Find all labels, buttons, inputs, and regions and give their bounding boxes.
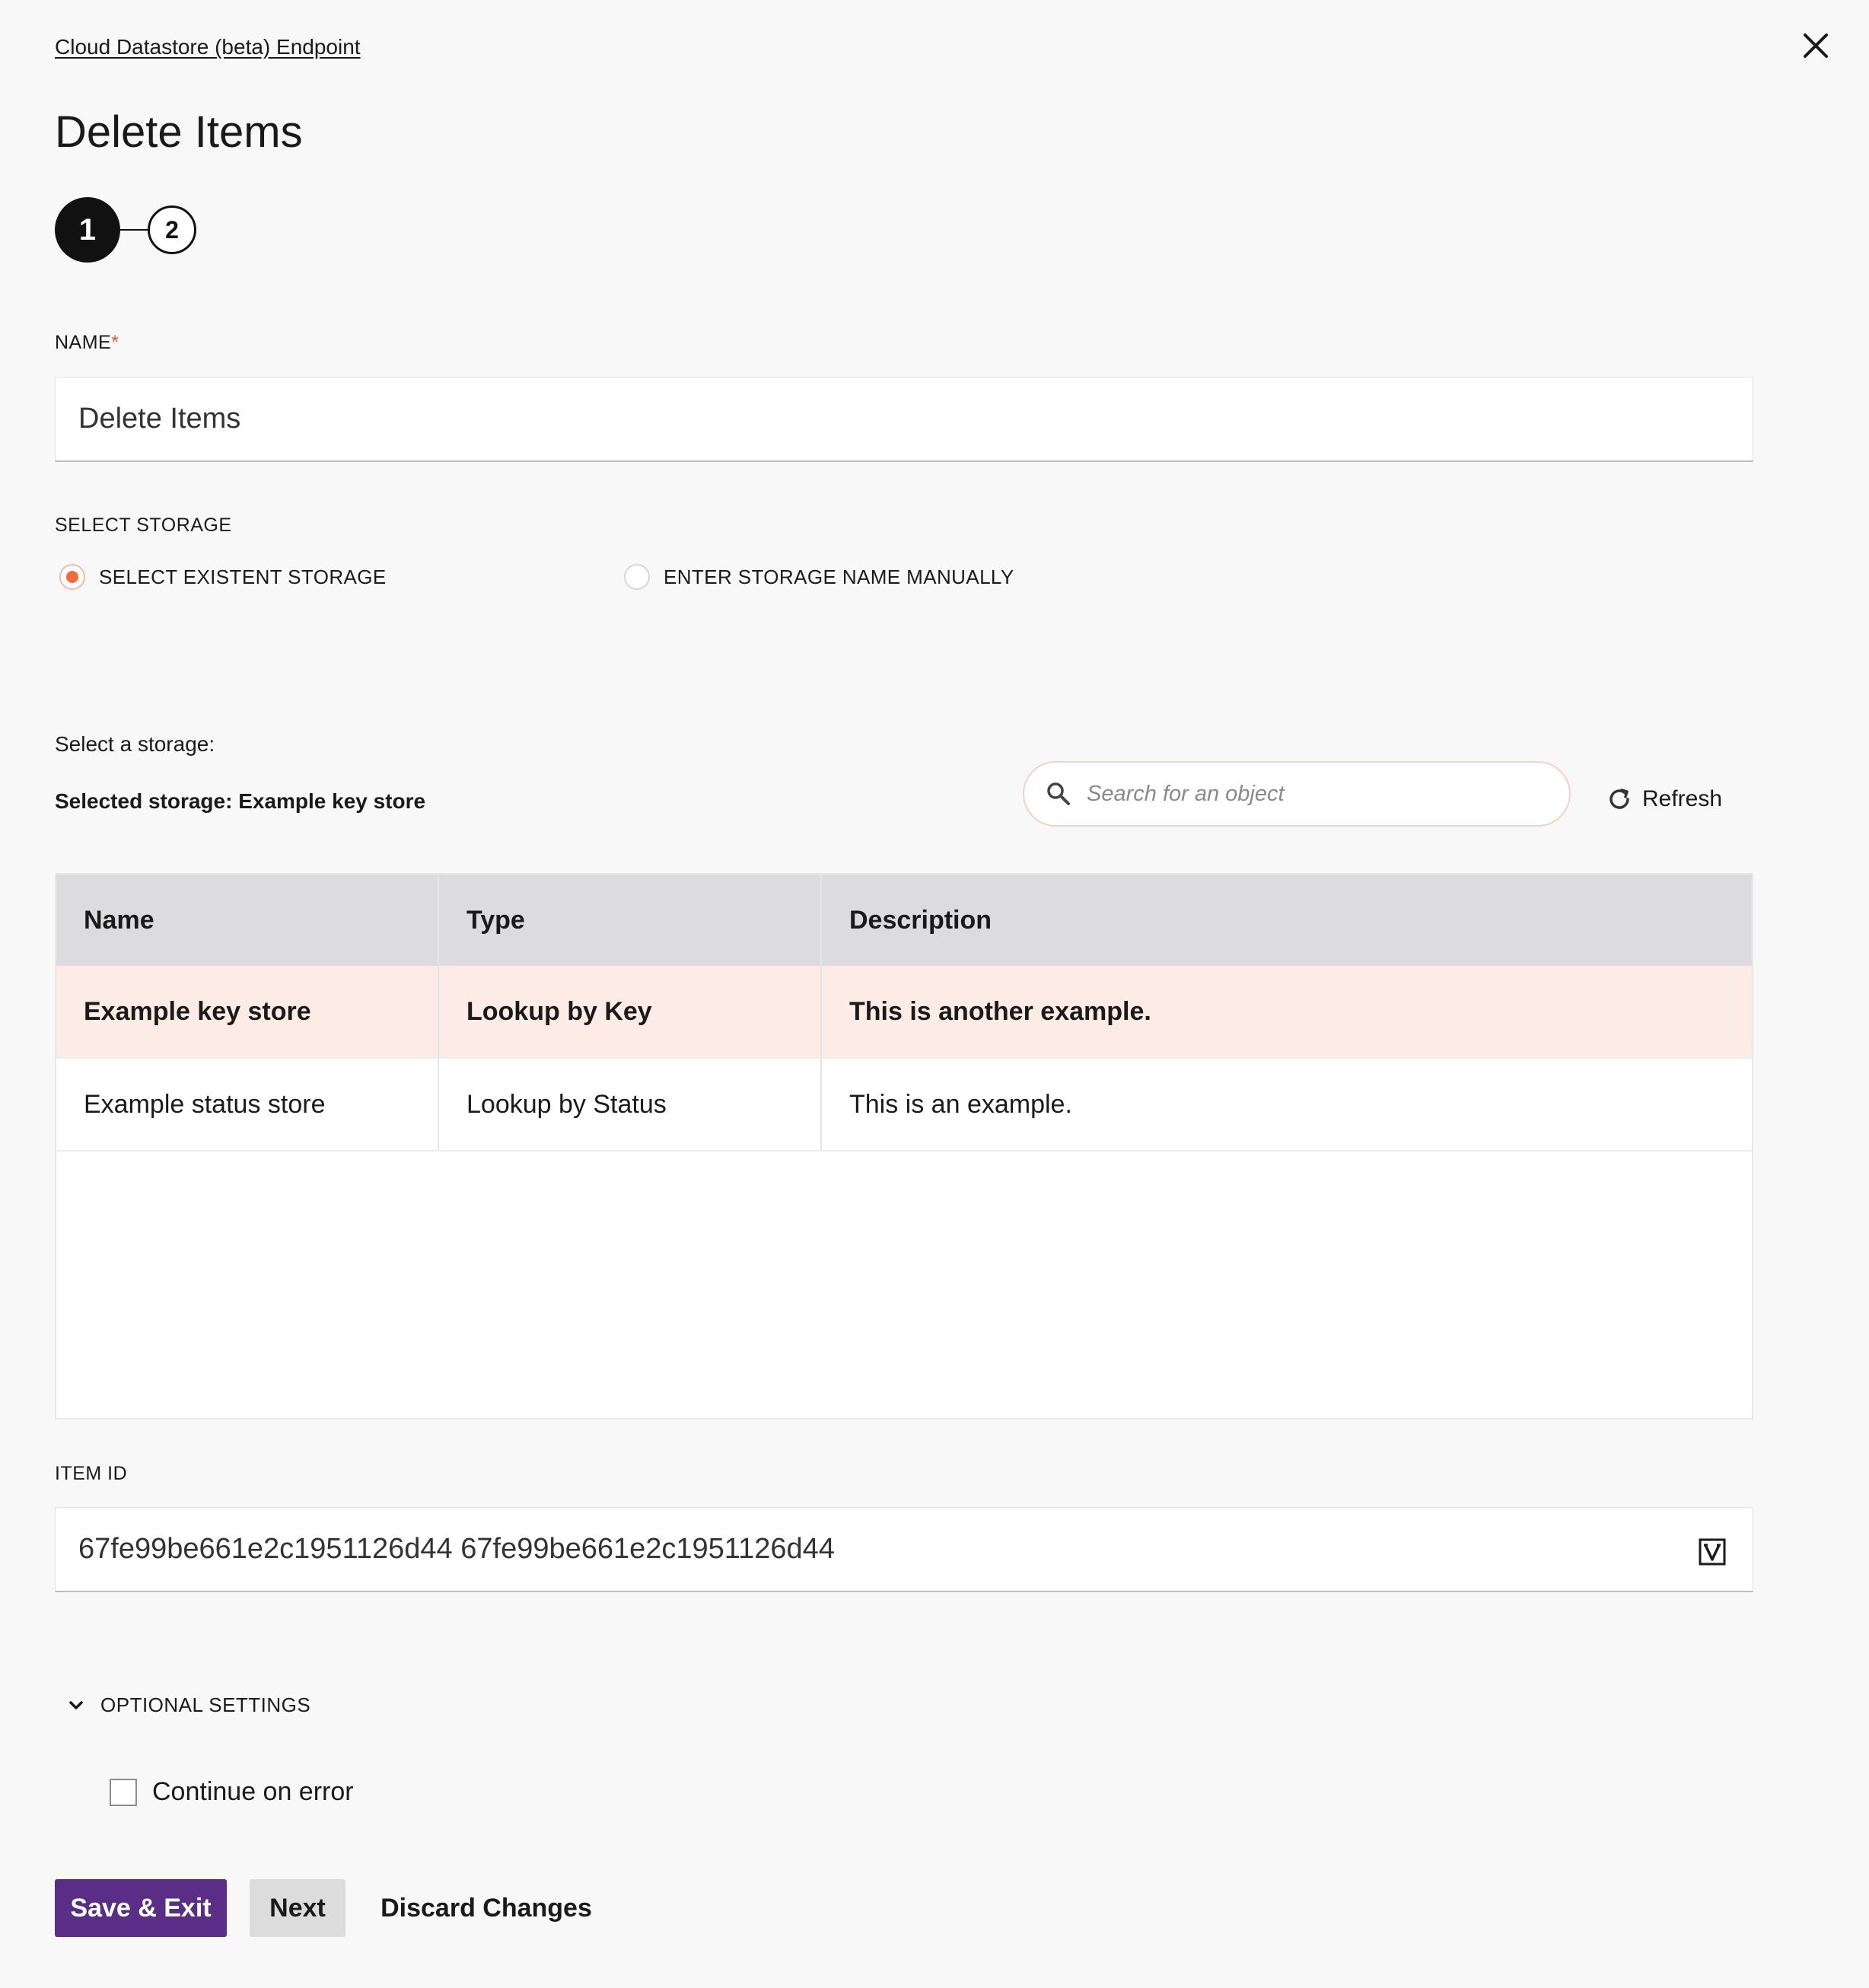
- name-label: NAME*: [55, 332, 119, 354]
- radio-enter-storage-manually[interactable]: ENTER STORAGE NAME MANUALLY: [624, 564, 1014, 590]
- radio-button-unchecked[interactable]: [624, 564, 650, 590]
- step-2-indicator[interactable]: 2: [148, 205, 196, 254]
- step-1-indicator[interactable]: 1: [55, 197, 120, 263]
- breadcrumb-endpoint-link[interactable]: Cloud Datastore (beta) Endpoint: [55, 35, 361, 59]
- close-button[interactable]: [1797, 27, 1834, 64]
- radio-select-existent-storage[interactable]: SELECT EXISTENT STORAGE: [59, 564, 387, 590]
- select-storage-label: SELECT STORAGE: [55, 515, 232, 536]
- next-button[interactable]: Next: [250, 1879, 345, 1937]
- table-header-row: Name Type Description: [56, 875, 1752, 966]
- table-row[interactable]: Example key store Lookup by Key This is …: [56, 966, 1752, 1059]
- variable-icon[interactable]: [1699, 1538, 1726, 1566]
- radio-label-existent: SELECT EXISTENT STORAGE: [99, 565, 387, 588]
- table-cell-type: Lookup by Key: [439, 966, 822, 1057]
- page-title: Delete Items: [55, 107, 303, 157]
- save-exit-button[interactable]: Save & Exit: [55, 1879, 227, 1937]
- selected-storage-text: Selected storage: Example key store: [55, 789, 426, 813]
- name-label-text: NAME: [55, 332, 112, 353]
- refresh-button[interactable]: Refresh: [1606, 785, 1722, 813]
- stepper-connector: [120, 229, 148, 231]
- radio-label-manual: ENTER STORAGE NAME MANUALLY: [664, 565, 1014, 588]
- table-cell-name: Example status store: [56, 1059, 439, 1150]
- column-header-description[interactable]: Description: [822, 875, 1752, 966]
- discard-changes-button[interactable]: Discard Changes: [376, 1879, 597, 1937]
- chevron-down-icon: [69, 1700, 83, 1709]
- table-cell-type: Lookup by Status: [439, 1059, 822, 1150]
- storage-table: Name Type Description Example key store …: [55, 873, 1753, 1419]
- refresh-label: Refresh: [1642, 786, 1723, 811]
- close-icon: [1804, 33, 1828, 58]
- optional-settings-toggle[interactable]: OPTIONAL SETTINGS: [65, 1693, 310, 1717]
- continue-on-error-checkbox[interactable]: [110, 1778, 137, 1806]
- column-header-type[interactable]: Type: [439, 875, 822, 966]
- item-id-label: ITEM ID: [55, 1463, 128, 1484]
- refresh-icon: [1610, 789, 1629, 809]
- table-cell-description: This is an example.: [849, 1089, 1072, 1119]
- continue-on-error-label: Continue on error: [152, 1777, 354, 1806]
- radio-dot: [66, 571, 78, 583]
- select-a-storage-text: Select a storage:: [55, 732, 215, 756]
- item-id-input[interactable]: 67fe99be661e2c1951126d44 67fe99be661e2c1…: [55, 1507, 1753, 1592]
- optional-settings-label: OPTIONAL SETTINGS: [100, 1693, 311, 1716]
- search-input[interactable]: [1085, 780, 1545, 808]
- required-asterisk: *: [111, 332, 119, 353]
- column-header-name[interactable]: Name: [56, 875, 439, 966]
- continue-on-error-option[interactable]: Continue on error: [110, 1777, 354, 1807]
- name-input-value: Delete Items: [78, 403, 241, 435]
- radio-button-checked[interactable]: [59, 564, 85, 590]
- table-cell-name: Example key store: [56, 966, 439, 1057]
- search-icon: [1047, 782, 1070, 805]
- item-id-input-value: 67fe99be661e2c1951126d44 67fe99be661e2c1…: [78, 1533, 835, 1565]
- name-input[interactable]: Delete Items: [55, 377, 1753, 462]
- search-box[interactable]: [1023, 761, 1571, 827]
- table-cell-description: This is another example.: [849, 996, 1151, 1026]
- table-row[interactable]: Example status store Lookup by Status Th…: [56, 1059, 1752, 1152]
